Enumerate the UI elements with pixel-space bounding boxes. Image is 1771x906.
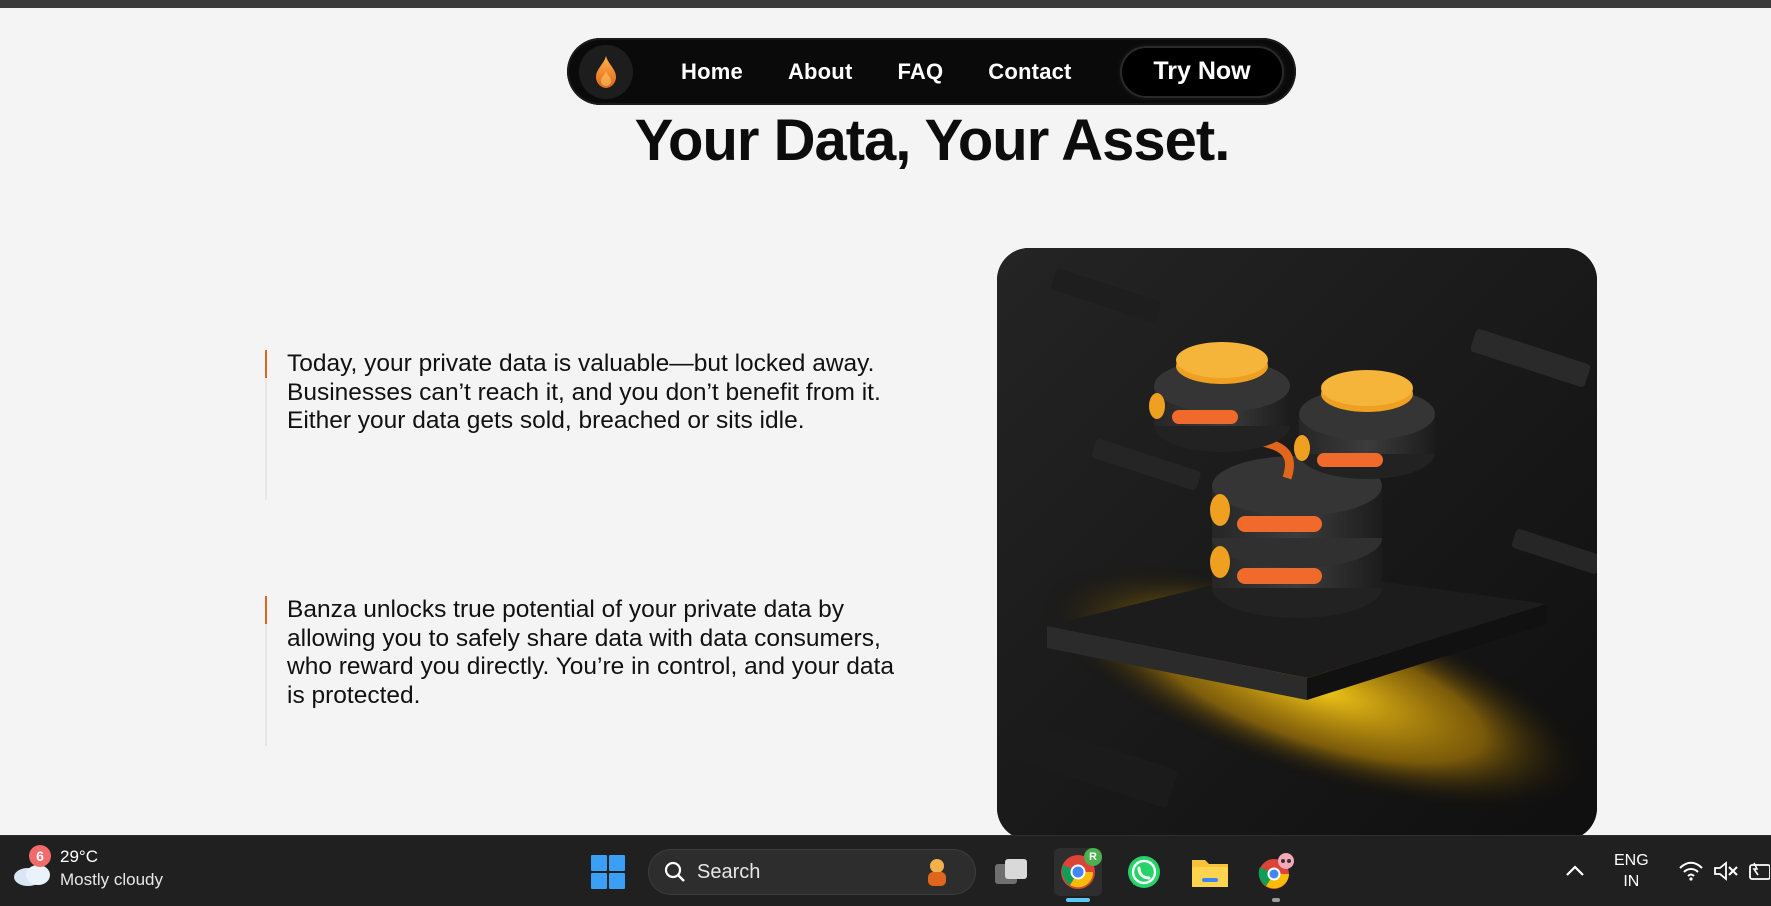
weather-temperature: 29°C — [60, 847, 98, 866]
wifi-icon[interactable] — [1678, 861, 1704, 886]
file-explorer-icon[interactable] — [1186, 848, 1234, 896]
weather-description: Mostly cloudy — [60, 870, 163, 889]
windows-start-icon[interactable] — [590, 854, 626, 890]
chrome-profile-badge: R — [1084, 848, 1102, 866]
nav-faq-link[interactable]: FAQ — [897, 59, 943, 85]
nav-about-link[interactable]: About — [788, 59, 853, 85]
nav-home-link[interactable]: Home — [681, 59, 743, 85]
whatsapp-icon[interactable] — [1120, 848, 1168, 896]
chrome-profile-icon[interactable] — [1252, 848, 1300, 902]
browser-top-strip — [0, 0, 1771, 8]
search-input[interactable] — [697, 860, 897, 884]
solution-paragraph: Banza unlocks true potential of your pri… — [287, 596, 894, 709]
try-now-button[interactable]: Try Now — [1120, 45, 1284, 98]
solution-paragraph-block: Banza unlocks true potential of your pri… — [265, 596, 915, 746]
language-indicator[interactable]: ENG IN — [1614, 850, 1649, 892]
chrome-icon[interactable]: R — [1054, 848, 1102, 902]
windows-taskbar: 6 29°C Mostly cloudy Search R ENG IN — [0, 835, 1771, 906]
weather-widget[interactable]: 6 29°C Mostly cloudy — [10, 845, 163, 892]
taskbar-search[interactable] — [648, 849, 976, 895]
flame-logo-icon[interactable] — [579, 44, 633, 99]
hero-title: Your Data, Your Asset. — [634, 108, 1231, 173]
cloud-icon: 6 — [10, 845, 54, 891]
database-illustration — [997, 248, 1597, 840]
language-code: ENG — [1614, 852, 1649, 869]
search-icon — [664, 861, 685, 882]
intro-paragraph-block: Today, your private data is valuable—but… — [265, 350, 915, 500]
running-indicator — [1272, 898, 1280, 902]
weather-alert-badge: 6 — [29, 845, 51, 867]
volume-muted-icon[interactable] — [1713, 861, 1739, 886]
chevron-up-icon[interactable] — [1565, 860, 1585, 883]
intro-paragraph: Today, your private data is valuable—but… — [287, 350, 881, 434]
task-view-icon[interactable] — [988, 848, 1036, 896]
battery-icon[interactable] — [1748, 861, 1771, 886]
region-code: IN — [1623, 873, 1640, 890]
nav-links: Home About FAQ Contact — [681, 59, 1072, 85]
active-indicator — [1066, 898, 1090, 902]
nav-contact-link[interactable]: Contact — [988, 59, 1071, 85]
main-nav: Home About FAQ Contact Try Now — [567, 38, 1296, 105]
search-highlight-icon — [921, 856, 953, 895]
